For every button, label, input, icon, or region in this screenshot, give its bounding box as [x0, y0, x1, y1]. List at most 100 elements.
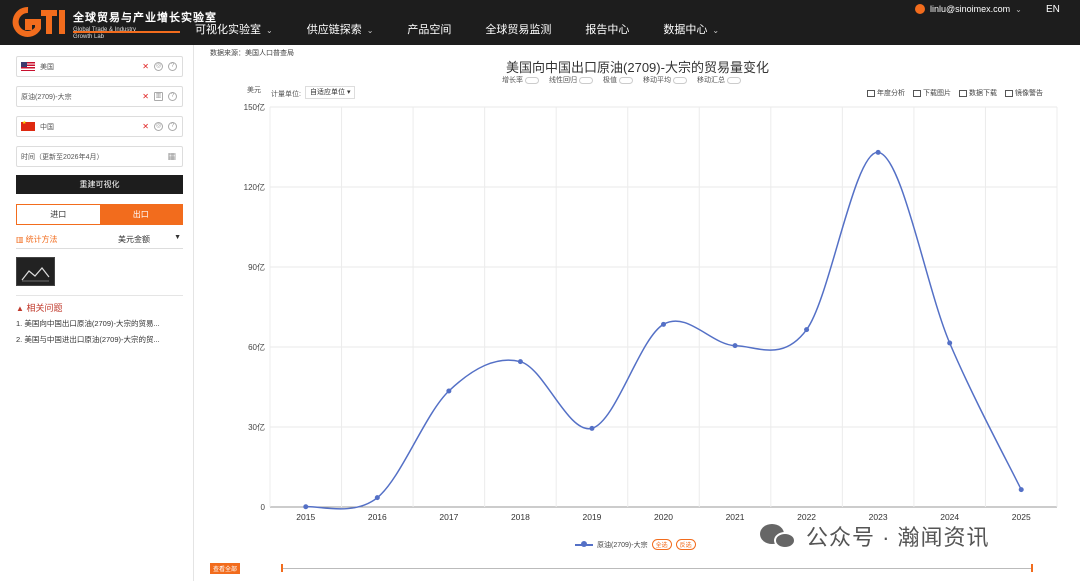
- field-actions: ✕ ▥ ?: [142, 92, 177, 101]
- gti-logo[interactable]: [12, 6, 68, 38]
- nav-data-center[interactable]: 数据中心 ⌄: [663, 0, 719, 45]
- y-tick-label: 150亿: [244, 102, 265, 112]
- legend-line-icon: [575, 541, 593, 548]
- reporter-value: 美国: [40, 63, 54, 71]
- chart-legend: 原油(2709)-大宗 全选 反选: [575, 539, 696, 550]
- x-tick-label: 2016: [368, 512, 387, 522]
- x-tick-label: 2018: [511, 512, 530, 522]
- watermark-text: 公众号 · 瀚闻资讯: [806, 525, 990, 550]
- nav-label: 报告中心: [585, 24, 630, 36]
- clear-icon[interactable]: ✕: [142, 122, 149, 131]
- product-value: 原油(2709)-大宗: [21, 93, 72, 101]
- nav-visualization-lab[interactable]: 可视化实验室 ⌄: [195, 0, 273, 45]
- stat-method-value: 美元金额: [118, 235, 150, 244]
- nav-label: 供应链探索: [306, 24, 362, 36]
- chevron-down-icon: ⌄: [712, 26, 720, 35]
- nav-label: 全球贸易监测: [485, 24, 552, 36]
- wechat-bubble: [774, 532, 796, 549]
- reporter-field[interactable]: 美国 ✕ ◎ ?: [16, 56, 183, 77]
- data-point: [804, 327, 810, 333]
- target-icon[interactable]: ◎: [154, 122, 163, 131]
- invert-selection-button[interactable]: 反选: [675, 539, 696, 550]
- main-panel: 数据来源：美国人口普查局 美国向中国出口原油(2709)-大宗的贸易量变化 增长…: [195, 45, 1080, 581]
- nav-label: 产品空间: [407, 24, 452, 36]
- legend-series-name[interactable]: 原油(2709)-大宗: [597, 540, 648, 550]
- bar-chart-icon: ▥: [16, 235, 24, 244]
- y-tick-label: 0: [261, 503, 266, 512]
- related-title-text: 相关问题: [26, 303, 63, 313]
- stat-method-label: 统计方法: [25, 235, 58, 244]
- related-questions-title: ▲ 相关问题: [16, 301, 62, 314]
- user-avatar-icon: [915, 4, 925, 14]
- export-tab[interactable]: 出口: [99, 205, 182, 224]
- product-field[interactable]: 原油(2709)-大宗 ✕ ▥ ?: [16, 86, 183, 107]
- data-point: [661, 321, 666, 327]
- y-tick-label: 90亿: [248, 262, 265, 272]
- wechat-icon: [760, 522, 798, 550]
- chart-type-thumbnail[interactable]: [16, 257, 55, 286]
- time-field[interactable]: 时间（更新至2026年4月） ▦: [16, 146, 183, 167]
- related-question-link[interactable]: 2. 美国与中国进出口原油(2709)-大宗的贸...: [16, 334, 186, 345]
- user-menu[interactable]: linlu@sinoimex.com ⌄: [915, 4, 1022, 14]
- nav-label: 数据中心: [663, 24, 708, 36]
- range-slider-start-handle[interactable]: [281, 564, 283, 572]
- x-tick-label: 2020: [654, 512, 673, 522]
- us-flag-icon: [21, 62, 35, 71]
- y-tick-label: 120亿: [244, 182, 265, 192]
- x-tick-label: 2015: [296, 512, 315, 522]
- data-point: [374, 495, 380, 501]
- user-email: linlu@sinoimex.com: [930, 4, 1011, 14]
- x-tick-label: 2019: [582, 512, 601, 522]
- nav-trade-monitor[interactable]: 全球贸易监测: [485, 0, 551, 45]
- view-all-button[interactable]: 查看全部: [210, 563, 241, 574]
- import-tab[interactable]: 进口: [17, 205, 100, 224]
- caret-down-icon: ▼: [174, 234, 181, 241]
- range-slider-track[interactable]: [282, 568, 1032, 569]
- top-navbar: 全球贸易与产业增长实验室 Global Trade & Industry Gro…: [0, 0, 1080, 45]
- line-chart: 0 30亿 60亿 90亿 120亿 150亿 2015 2016 2017 2018 2019 20…: [244, 102, 1058, 522]
- time-value: 时间（更新至2026年4月）: [21, 153, 104, 161]
- data-point: [947, 340, 953, 346]
- related-question-link[interactable]: 1. 美国向中国出口原油(2709)-大宗的贸易...: [16, 318, 186, 329]
- data-point: [589, 425, 595, 431]
- line-chart-icon: [21, 267, 50, 282]
- target-icon[interactable]: ◎: [154, 62, 163, 71]
- x-tick-label: 2021: [726, 512, 745, 522]
- data-point: [303, 504, 309, 510]
- warning-icon: ▲: [16, 304, 24, 313]
- nav-supply-chain[interactable]: 供应链探索 ⌄: [307, 0, 374, 45]
- language-switch[interactable]: EN: [1046, 4, 1060, 15]
- clear-icon[interactable]: ✕: [142, 62, 149, 71]
- divider: [16, 295, 183, 296]
- partner-value: 中国: [40, 123, 54, 131]
- data-point: [732, 343, 738, 349]
- range-slider-end-handle[interactable]: [1031, 564, 1033, 572]
- help-icon[interactable]: ?: [168, 62, 177, 71]
- select-all-button[interactable]: 全选: [651, 539, 672, 550]
- nav-product-space[interactable]: 产品空间: [407, 0, 451, 45]
- main-nav: 可视化实验室 ⌄ 供应链探索 ⌄ 产品空间 全球贸易监测 报告中心 数据中心 ⌄: [195, 0, 753, 45]
- calendar-icon[interactable]: ▦: [167, 151, 176, 162]
- chevron-down-icon: ⌄: [266, 26, 273, 35]
- help-icon[interactable]: ?: [168, 122, 177, 131]
- data-point: [446, 388, 452, 394]
- logo-mark-icon: [12, 6, 65, 37]
- nav-label: 可视化实验室: [195, 24, 261, 36]
- clear-icon[interactable]: ✕: [142, 92, 149, 101]
- chevron-down-icon: ⌄: [1015, 4, 1022, 14]
- x-tick-label: 2025: [1012, 512, 1031, 522]
- x-tick-label: 2017: [439, 512, 458, 522]
- china-flag-icon: [21, 120, 35, 131]
- data-point: [517, 359, 523, 365]
- nav-report-center[interactable]: 报告中心: [585, 0, 629, 45]
- help-icon[interactable]: ?: [168, 92, 177, 101]
- rebuild-visualization-button[interactable]: 重建可视化: [16, 175, 183, 194]
- y-tick-label: 60亿: [248, 342, 265, 352]
- y-tick-label: 30亿: [248, 422, 265, 432]
- stat-method-row[interactable]: ▥ 统计方法 美元金额 ▼: [16, 234, 183, 249]
- sidebar: 美国 ✕ ◎ ? 原油(2709)-大宗 ✕ ▥ ? 中国 ✕ ◎ ? 时间（更…: [0, 45, 194, 581]
- partner-field[interactable]: 中国 ✕ ◎ ?: [16, 116, 183, 137]
- data-point: [875, 149, 881, 155]
- barcode-icon[interactable]: ▥: [154, 92, 163, 101]
- field-actions: ✕ ◎ ?: [142, 62, 177, 71]
